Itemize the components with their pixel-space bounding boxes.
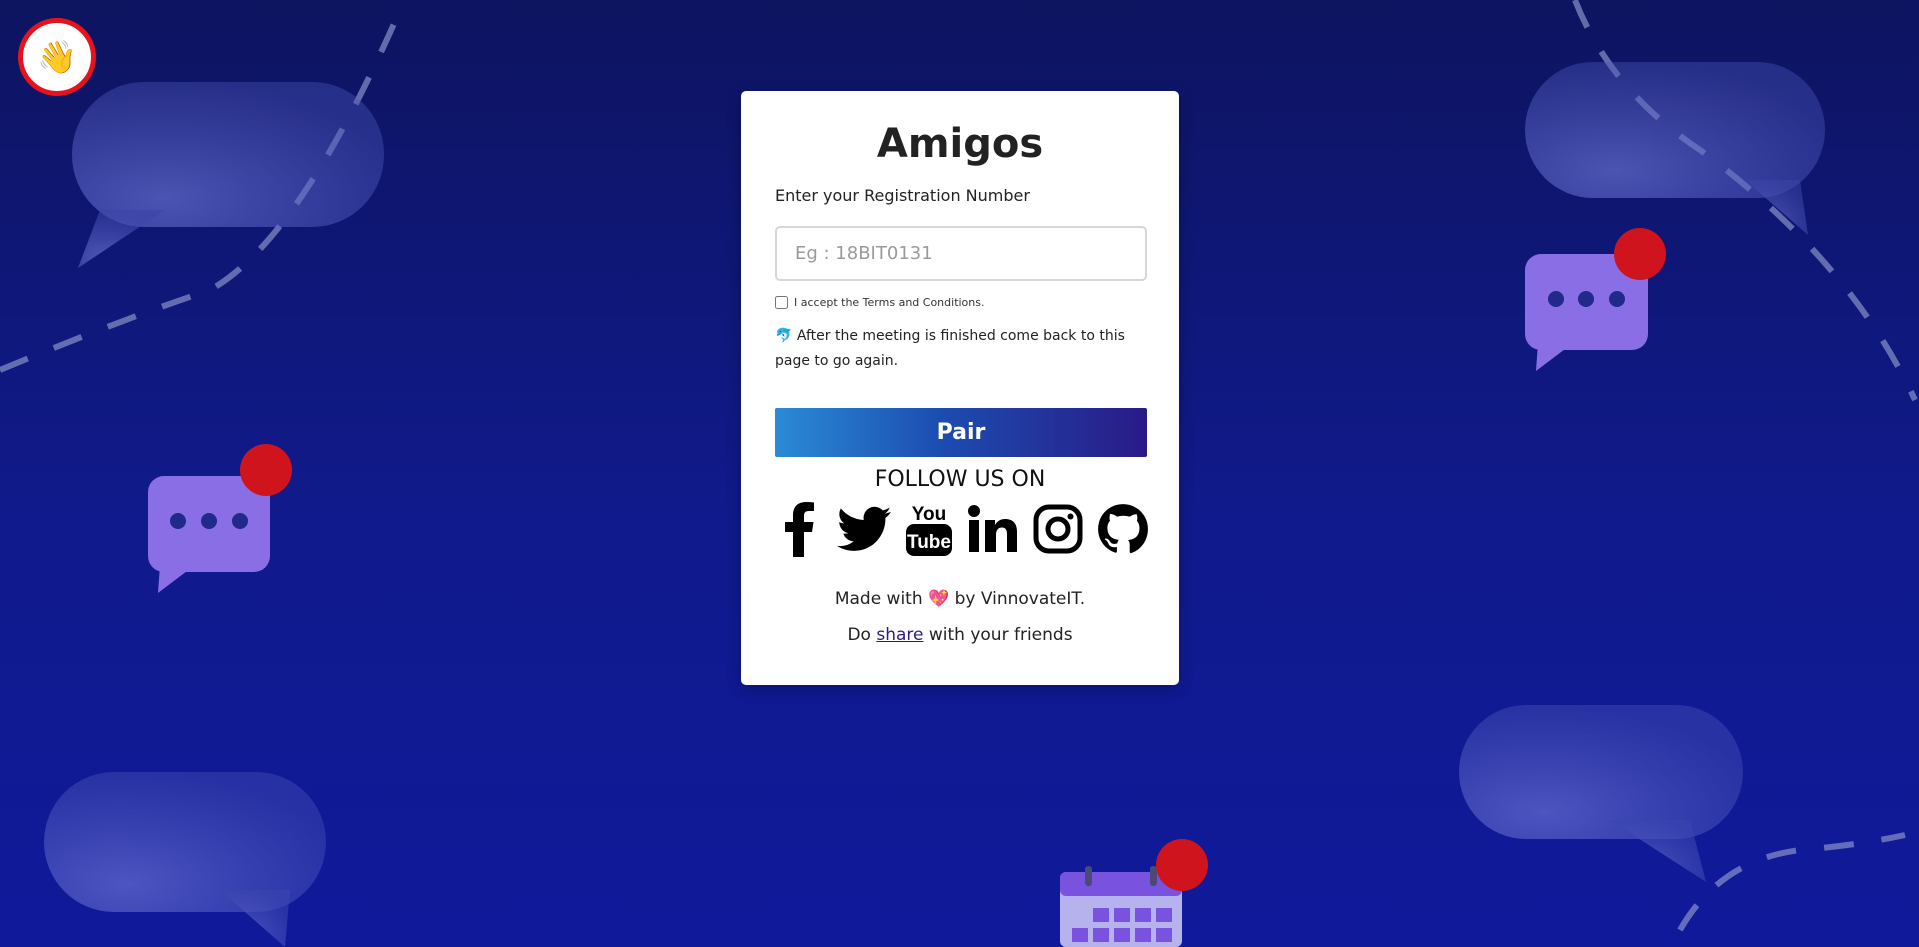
pair-button[interactable]: Pair — [775, 408, 1147, 457]
github-icon[interactable] — [1095, 500, 1151, 558]
registration-input[interactable] — [775, 226, 1147, 281]
instagram-icon[interactable] — [1030, 500, 1086, 558]
share-prefix: Do — [847, 625, 871, 645]
app-title: Amigos — [876, 121, 1044, 167]
youtube-icon[interactable]: You Tube — [901, 500, 957, 558]
svg-text:You: You — [911, 504, 945, 525]
svg-text:Tube: Tube — [907, 532, 951, 553]
info-note-text: After the meeting is finished come back … — [775, 328, 1125, 369]
follow-heading: FOLLOW US ON — [874, 467, 1046, 492]
registration-label: Enter your Registration Number — [775, 186, 1030, 205]
speech-bubble-decor — [1525, 62, 1825, 235]
login-card: Amigos Enter your Registration Number I … — [741, 91, 1179, 685]
heart-icon: 💖 — [928, 589, 950, 609]
chat-icon — [1525, 228, 1666, 371]
chat-icon — [148, 444, 292, 593]
dolphin-icon: 🐬 — [775, 328, 793, 344]
linkedin-icon[interactable] — [965, 500, 1021, 558]
terms-checkbox[interactable] — [775, 296, 788, 309]
share-link[interactable]: share — [876, 625, 923, 645]
speech-bubble-decor — [1459, 705, 1743, 882]
social-links: You Tube — [771, 499, 1151, 559]
speech-bubble-decor — [72, 82, 384, 268]
facebook-icon[interactable] — [771, 500, 827, 558]
terms-label: I accept the Terms and Conditions. — [794, 296, 985, 309]
wave-icon: 👋 — [37, 38, 77, 76]
speech-bubble-decor — [44, 772, 326, 947]
share-suffix: with your friends — [928, 625, 1073, 645]
made-prefix: Made with — [834, 589, 923, 609]
info-note: 🐬 After the meeting is finished come bac… — [775, 324, 1147, 374]
made-with-line: Made with 💖 by VinnovateIT. — [741, 589, 1179, 609]
calendar-icon — [1060, 839, 1208, 947]
share-line: Do share with your friends — [741, 625, 1179, 645]
made-suffix: by VinnovateIT. — [954, 589, 1086, 609]
wave-button[interactable]: 👋 — [18, 18, 96, 96]
twitter-icon[interactable] — [836, 500, 892, 558]
terms-row[interactable]: I accept the Terms and Conditions. — [775, 296, 985, 309]
